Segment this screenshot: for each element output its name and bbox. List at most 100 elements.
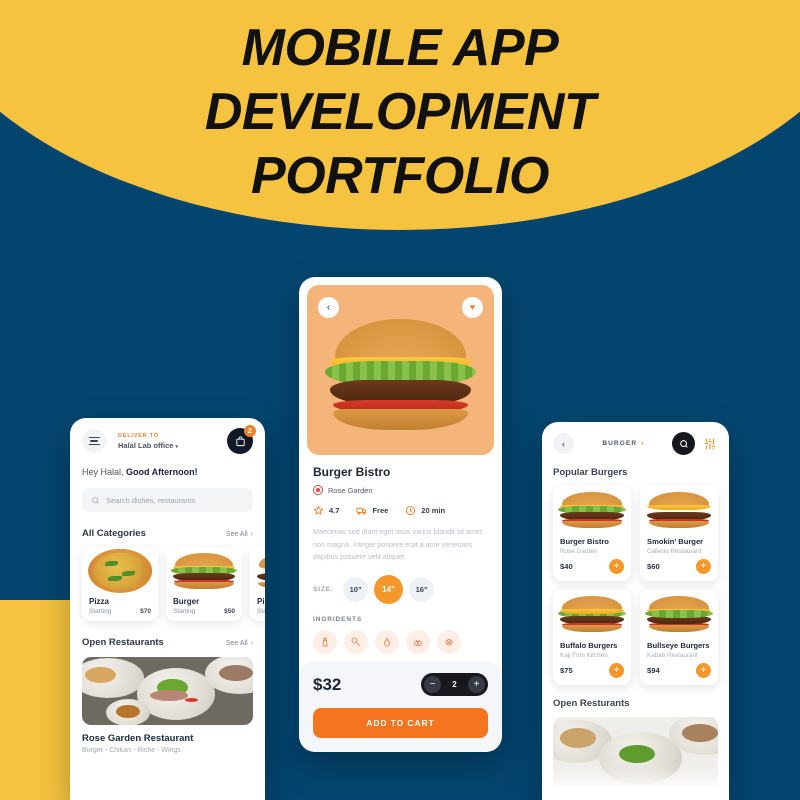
categories-title: All Categories <box>82 528 146 539</box>
product-description: Maecenas sed diam eget risus varius blan… <box>313 527 482 562</box>
see-all-label: See All <box>225 531 248 538</box>
deliver-to-address: Halal Lab office <box>118 440 174 450</box>
ingredient-garlic[interactable] <box>406 629 430 654</box>
phone-mockup-listing: ‹ BURGER ▾ Popular Burgers Burger Bistro… <box>542 422 729 800</box>
delivery-value: Free <box>372 506 389 515</box>
ingredient-pepper[interactable] <box>437 629 461 654</box>
burger-restaurant: Kaji Firm Kitchen <box>560 652 608 659</box>
burger-price: $94 <box>647 666 660 675</box>
ingredient-chicken[interactable] <box>344 629 368 654</box>
search-icon <box>92 496 99 504</box>
page-title: MOBILE APP DEVELOPMENT PORTFOLIO <box>0 22 800 202</box>
burger-name: Smokin’ Burger <box>647 537 704 546</box>
ingredient-salt[interactable] <box>313 629 337 654</box>
burger-illustration <box>553 590 631 636</box>
chevron-down-icon: ▾ <box>175 443 179 450</box>
category-image-pizza <box>82 547 158 593</box>
chevron-right-icon: › <box>250 531 253 538</box>
burger-name: Burger Bistro <box>560 537 609 546</box>
quantity-increase-button[interactable]: + <box>467 676 485 693</box>
search-button[interactable] <box>672 432 695 455</box>
quantity-decrease-button[interactable]: − <box>424 676 441 693</box>
add-button[interactable]: + <box>609 559 624 574</box>
size-option-16[interactable]: 16” <box>409 576 435 602</box>
categories-see-all-link[interactable]: See All › <box>226 531 253 538</box>
search-icon <box>679 439 688 448</box>
burger-card[interactable]: Bullseye Burgers Kabab Restaurant $94 + <box>640 590 718 685</box>
ingredients-list <box>313 629 488 654</box>
category-card-list: Pizza Starting $70 Burger Starting $50 P… <box>82 547 265 621</box>
add-button[interactable]: + <box>609 663 624 678</box>
filter-button[interactable] <box>702 436 718 452</box>
restaurants-title: Open Restaurants <box>82 637 164 648</box>
back-button[interactable]: ‹ <box>553 433 574 454</box>
category-starting-label: Starting <box>89 608 112 615</box>
restaurants-see-all-link[interactable]: See All › <box>226 640 253 647</box>
add-to-cart-button[interactable]: ADD TO CART <box>313 708 488 738</box>
plated-food-illustration <box>553 717 718 787</box>
category-card[interactable]: Pizza Starting $70 <box>82 547 158 621</box>
open-restaurant-image[interactable] <box>553 717 718 787</box>
onion-icon <box>384 637 390 647</box>
burger-image <box>640 486 718 532</box>
category-name: Burger <box>173 597 200 606</box>
deliver-to-label: DELIVER TO <box>118 432 159 439</box>
category-image-burger <box>166 547 242 593</box>
restaurant-image[interactable] <box>82 657 253 725</box>
burger-card[interactable]: Buffalo Burgers Kaji Firm Kitchen $75 + <box>553 590 631 685</box>
title-line-3: PORTFOLIO <box>251 147 549 205</box>
time-value: 20 min <box>421 506 446 515</box>
categories-header: All Categories See All › <box>82 528 253 539</box>
burger-hero-illustration <box>314 299 486 442</box>
product-price: $32 <box>313 674 342 694</box>
quantity-stepper[interactable]: − 2 + <box>421 673 488 696</box>
chevron-down-icon: ▾ <box>641 440 644 447</box>
category-starting-label: Sta <box>257 608 265 615</box>
menu-icon[interactable] <box>82 429 106 453</box>
size-option-14-selected[interactable]: 14” <box>374 574 404 604</box>
deliver-to-selector[interactable]: DELIVER TO Halal Lab office ▾ <box>114 433 219 450</box>
time-stat: 20 min <box>405 505 445 516</box>
category-price: $70 <box>140 608 151 615</box>
add-button[interactable]: + <box>696 663 711 678</box>
favorite-button[interactable]: ♥ <box>462 297 483 318</box>
burger-price: $40 <box>560 562 573 571</box>
category-card[interactable]: Burger Starting $50 <box>166 547 242 621</box>
restaurants-header: Open Restaurants See All › <box>82 637 253 648</box>
search-input[interactable]: Search dishes, restaurants <box>82 488 253 512</box>
size-selector: SIZE: 10” 14” 16” <box>313 574 488 604</box>
burger-image <box>553 486 631 532</box>
bag-icon <box>235 436 245 446</box>
burger-illustration <box>553 486 631 532</box>
chevron-left-icon: ‹ <box>562 438 565 449</box>
category-dropdown[interactable]: BURGER ▾ <box>581 440 665 447</box>
size-option-10[interactable]: 10” <box>343 576 369 602</box>
cart-button[interactable]: 2 <box>227 425 256 454</box>
category-card[interactable]: Pi Sta $60 <box>250 547 265 621</box>
category-name: Pi <box>257 597 265 606</box>
burger-image <box>553 590 631 636</box>
product-hero-image: ‹ ♥ <box>307 285 494 455</box>
back-button[interactable]: ‹ <box>318 297 339 318</box>
chevron-left-icon: ‹ <box>326 301 331 313</box>
burger-illustration <box>640 486 718 532</box>
ingredient-onion[interactable] <box>375 629 399 654</box>
truck-icon <box>356 507 367 515</box>
burger-card[interactable]: Smokin’ Burger Cafenio Restaurant $60 + <box>640 486 718 581</box>
restaurant-name: Rose Garden Restaurant <box>82 733 194 744</box>
heart-icon: ♥ <box>469 302 476 312</box>
restaurant-name: Rose Garden <box>328 485 373 495</box>
category-label: BURGER <box>602 440 638 447</box>
title-line-1: MOBILE APP <box>241 19 559 77</box>
garlic-icon <box>414 639 422 646</box>
ingredients-label: INGRIDENTS <box>313 615 363 623</box>
filter-icon <box>704 438 716 449</box>
scroll-fade <box>70 766 265 800</box>
product-stats: 4.7 Free 20 min <box>313 505 488 516</box>
add-button[interactable]: + <box>696 559 711 574</box>
burger-name: Buffalo Burgers <box>560 641 618 650</box>
burger-card[interactable]: Burger Bistro Rose Garden $40 + <box>553 486 631 581</box>
burger-illustration <box>166 547 242 593</box>
phone-mockup-home: DELIVER TO Halal Lab office ▾ 2 Hey Hala… <box>70 418 265 800</box>
cart-badge: 2 <box>244 425 256 437</box>
